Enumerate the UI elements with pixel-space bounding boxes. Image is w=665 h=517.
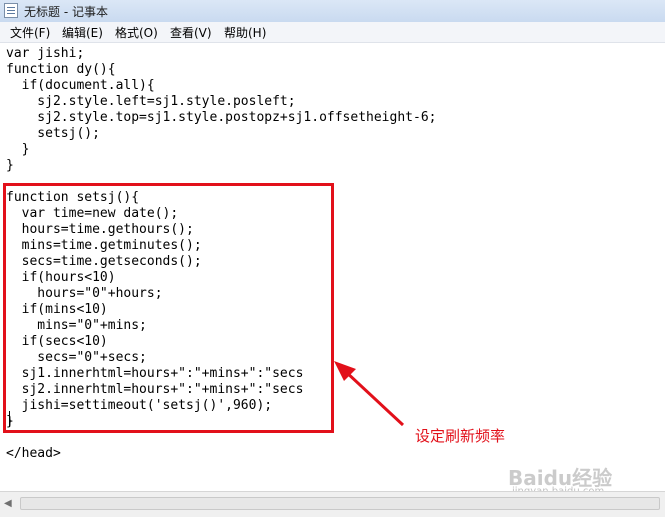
horizontal-scrollbar[interactable]: ◀ bbox=[0, 491, 665, 517]
scroll-thumb[interactable] bbox=[20, 497, 660, 510]
scroll-left-arrow-icon[interactable]: ◀ bbox=[4, 498, 12, 509]
annotation-label: 设定刷新频率 bbox=[415, 427, 506, 445]
annotation-arrow bbox=[334, 361, 405, 427]
